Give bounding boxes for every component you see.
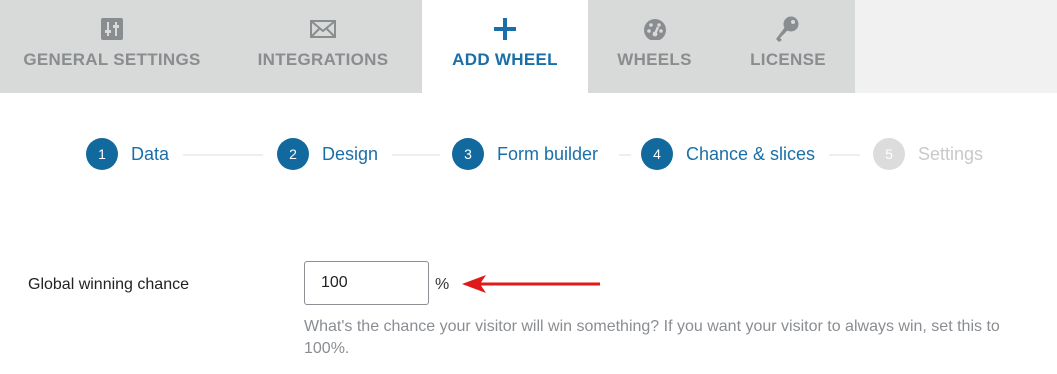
winning-chance-input[interactable] [304,261,429,305]
step-label: Chance & slices [686,143,816,164]
dashboard-icon [643,14,667,44]
tab-label: ADD WHEEL [452,50,558,69]
step-number: 4 [641,138,673,170]
tab-integrations[interactable]: INTEGRATIONS [224,0,422,93]
sliders-icon [101,14,123,44]
step-chance-slices[interactable]: 4 Chance & slices [641,138,815,170]
tab-label: LICENSE [750,50,826,69]
step-connector [392,154,440,156]
step-settings: 5 Settings [873,138,983,170]
step-form-builder[interactable]: 3 Form builder [452,138,598,170]
step-connector [619,154,631,156]
tab-license[interactable]: LICENSE [721,0,855,93]
tab-wheels[interactable]: WHEELS [588,0,721,93]
plus-icon [494,14,516,44]
step-design[interactable]: 2 Design [277,138,378,170]
step-number: 3 [452,138,484,170]
step-number: 1 [86,138,118,170]
wizard-steps: 1 Data 2 Design 3 Form builder 4 Chance … [0,135,1057,175]
tab-label: WHEELS [617,50,692,69]
winning-chance-help: What's the chance your visitor will win … [304,318,1000,357]
step-connector [829,154,860,156]
tab-label: INTEGRATIONS [257,50,389,69]
step-number: 2 [277,138,309,170]
tab-general-settings[interactable]: GENERAL SETTINGS [0,0,224,93]
tab-label: GENERAL SETTINGS [23,50,201,69]
step-connector [183,154,263,156]
tab-bar: GENERAL SETTINGS INTEGRATIONS ADD WHEEL [0,0,1057,93]
percent-unit: % [435,276,450,293]
red-arrow-icon [460,272,602,301]
key-icon [776,14,800,44]
step-data[interactable]: 1 Data [86,138,169,170]
tab-add-wheel[interactable]: ADD WHEEL [422,0,588,93]
step-label: Data [131,143,170,164]
step-label: Settings [918,143,984,164]
step-label: Form builder [497,143,599,164]
winning-chance-label: Global winning chance [28,276,189,293]
step-number: 5 [873,138,905,170]
step-label: Design [322,143,379,164]
envelope-icon [310,14,336,44]
